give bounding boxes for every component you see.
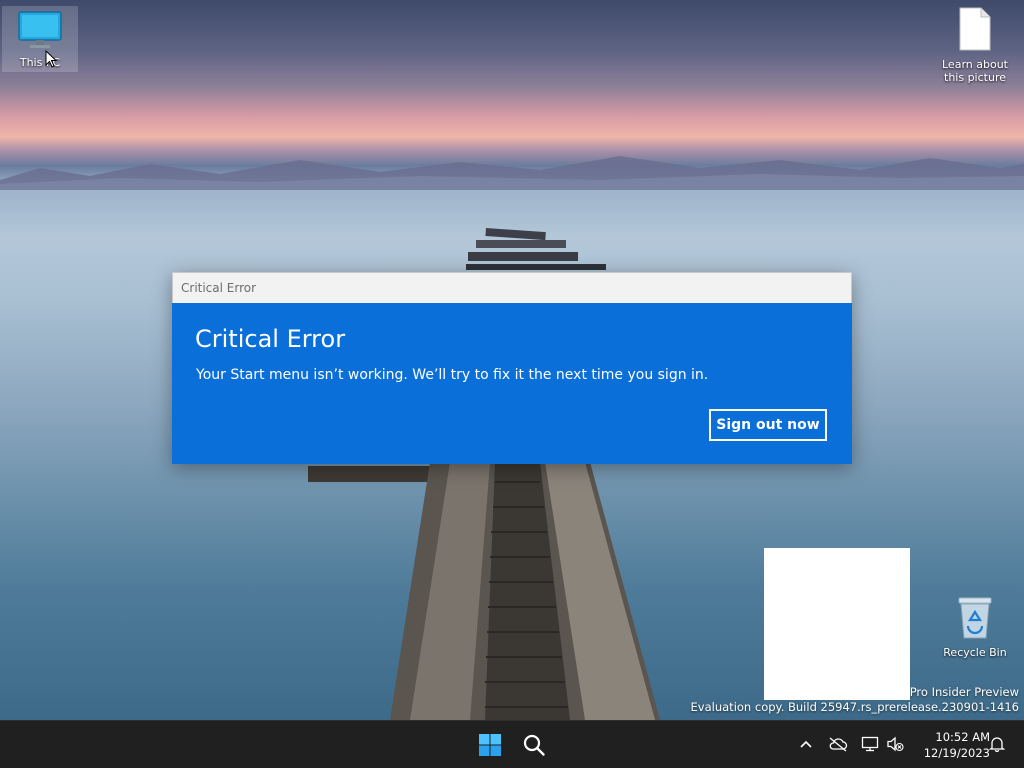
blank-white-panel [764, 548, 910, 700]
dialog-heading: Critical Error [195, 325, 346, 353]
dialog-titlebar[interactable]: Critical Error [172, 272, 852, 303]
mountains-silhouette [0, 156, 1024, 190]
clock-time: 10:52 AM [935, 730, 990, 744]
search-icon [523, 734, 545, 756]
windows-logo-icon [479, 734, 501, 756]
sign-out-now-button[interactable]: Sign out now [709, 409, 827, 441]
taskbar: 10:52 AM 12/19/2023 [0, 720, 1024, 768]
dialog-body: Critical Error Your Start menu isn’t wor… [172, 303, 852, 464]
pier-wreck [466, 228, 606, 270]
volume-muted-icon [887, 736, 904, 752]
cloud-offline-icon [829, 737, 848, 752]
taskbar-search-button[interactable] [516, 727, 552, 763]
start-button[interactable] [472, 727, 508, 763]
monitor-icon [18, 11, 62, 48]
pier-walkway [308, 462, 660, 720]
document-icon [959, 7, 991, 51]
recycle-bin-icon [958, 597, 992, 639]
onedrive-status-button[interactable] [827, 733, 849, 755]
desktop-icon-this-pc[interactable]: This PC [2, 6, 78, 72]
network-status-button[interactable] [859, 733, 881, 755]
show-hidden-icons-button[interactable] [795, 733, 817, 755]
desktop-icon-label: Recycle Bin [943, 646, 1007, 659]
critical-error-dialog: Critical Error Critical Error Your Start… [172, 272, 852, 464]
volume-button[interactable] [884, 733, 906, 755]
mouse-pointer-icon [45, 50, 57, 68]
desktop-icon-recycle-bin[interactable]: Recycle Bin [936, 596, 1014, 659]
notification-bell-icon [989, 737, 1005, 752]
taskbar-clock[interactable]: 10:52 AM 12/19/2023 [908, 729, 990, 761]
clock-date: 12/19/2023 [923, 746, 990, 760]
watermark-line-build: Evaluation copy. Build 25947.rs_prerelea… [690, 700, 1019, 714]
desktop-icon-label: Learn about this picture [942, 58, 1008, 84]
network-icon [861, 736, 879, 752]
desktop-icon-learn-about-picture[interactable]: Learn about this picture [936, 6, 1014, 84]
desktop-icon-label: This PC [19, 56, 61, 69]
dialog-message: Your Start menu isn’t working. We’ll try… [196, 367, 709, 383]
notifications-button[interactable] [986, 733, 1008, 755]
chevron-up-icon [800, 740, 812, 748]
